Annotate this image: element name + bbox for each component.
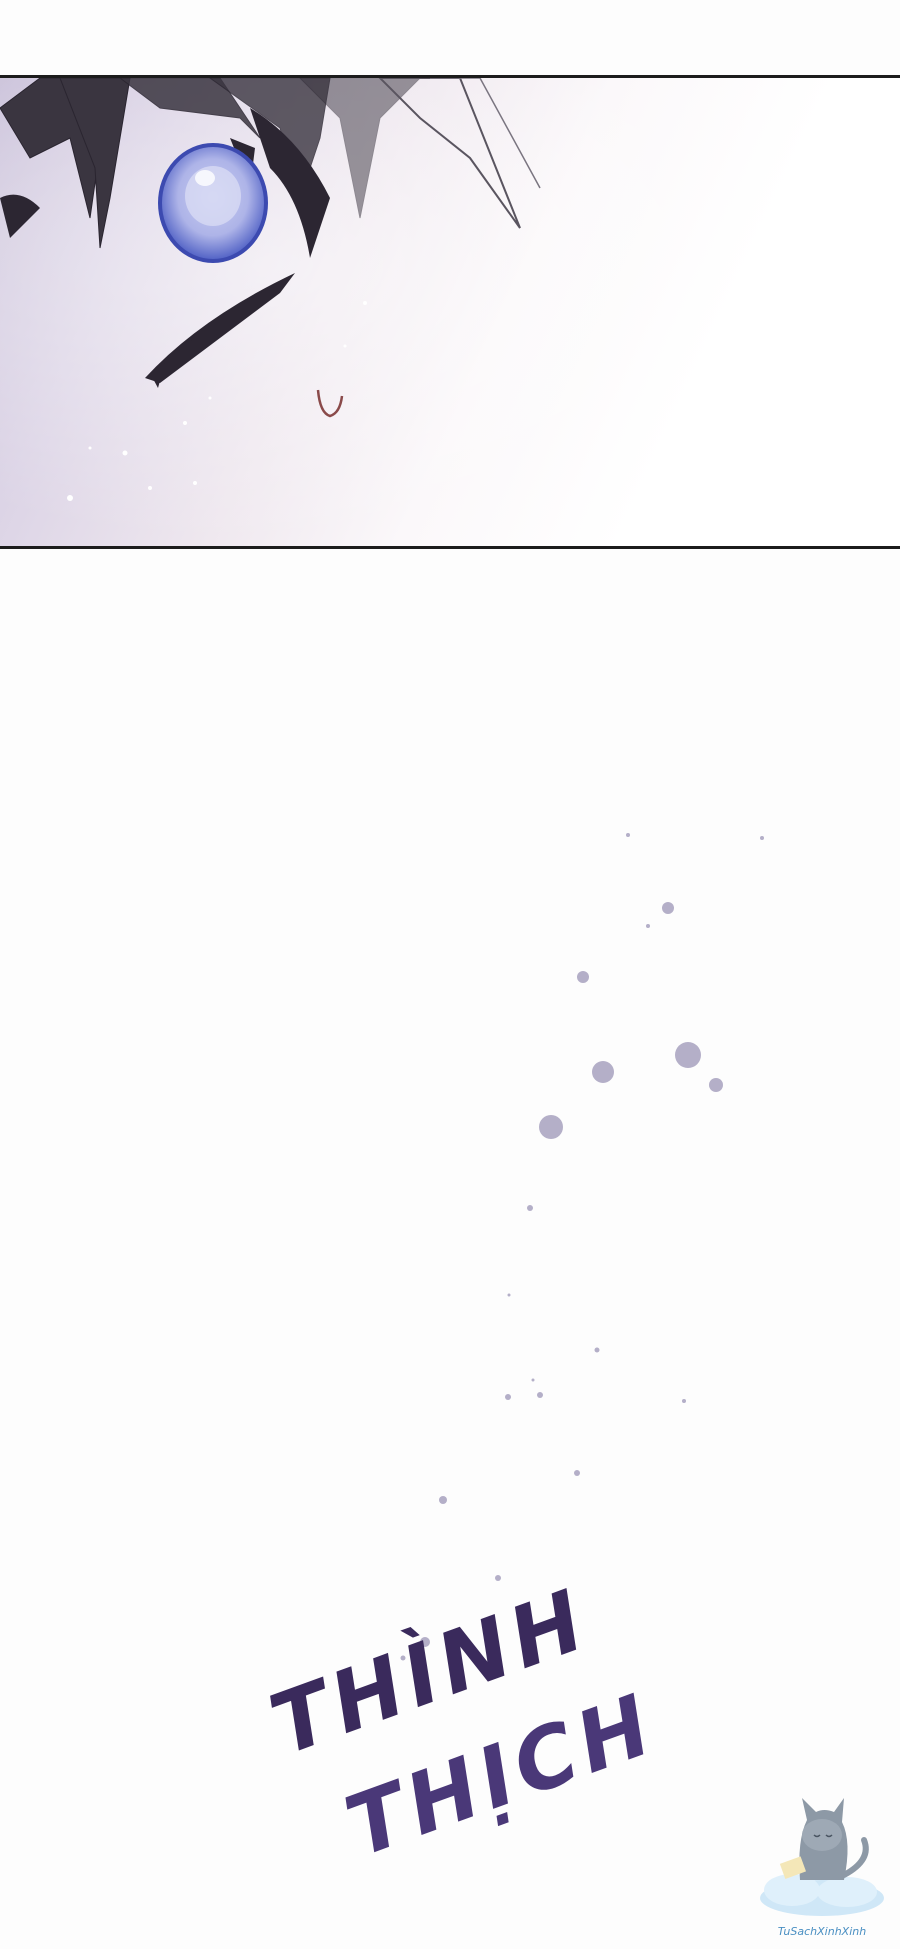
sfx-layer: THÌNH THỊCH: [258, 833, 764, 1876]
cat-on-cloud-icon: [760, 1798, 884, 1916]
watermark-text: TuSachXinhXinh: [777, 1925, 867, 1938]
sfx-heartbeat-text: THÌNH THỊCH: [258, 1570, 668, 1876]
falling-dots: [400, 833, 764, 1661]
comic-page: THÌNH THỊCH TuSachXinhXinh: [0, 0, 900, 1949]
watermark: TuSachXinhXinh: [752, 1780, 892, 1940]
